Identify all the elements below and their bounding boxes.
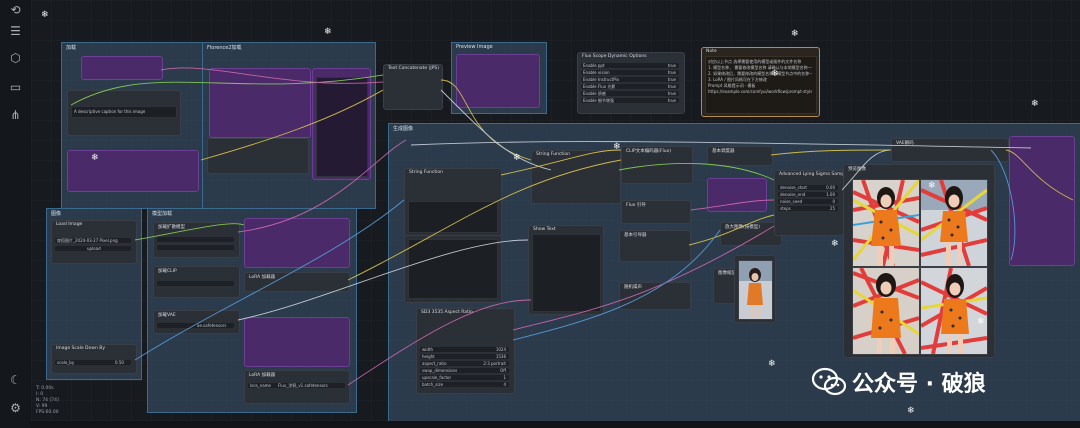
snowflake-icon: ❄ bbox=[768, 359, 776, 369]
status-line: FPS:60.00 bbox=[36, 410, 59, 415]
side-toolbar: ⟲ ☰ ⬡ ▭ ⋔ ☾ ⚙ bbox=[0, 0, 32, 428]
snowflake-icon: ❄ bbox=[977, 317, 985, 327]
node-canvas[interactable]: 加载 A descriptive caption for this image … bbox=[31, 0, 1080, 428]
settings-icon[interactable]: ⚙ bbox=[7, 400, 24, 417]
snowflake-icon: ❄ bbox=[41, 10, 49, 20]
queue-icon[interactable]: ☰ bbox=[7, 23, 24, 40]
snowflake-icon: ❄ bbox=[791, 29, 799, 39]
watermark-text: 公众号 · 破狼 bbox=[852, 372, 986, 397]
node-library-icon[interactable]: ⬡ bbox=[7, 50, 24, 67]
snowflake-icon: ❄ bbox=[771, 69, 779, 79]
snowflake-icon: ❄ bbox=[91, 153, 99, 163]
snowflake-icon: ❄ bbox=[928, 181, 936, 191]
snowflake-icon: ❄ bbox=[831, 239, 839, 249]
wire-layer bbox=[70, 67, 1074, 386]
snowflake-icon: ❄ bbox=[613, 142, 621, 152]
watermark: 公众号 · 破狼 bbox=[812, 365, 986, 399]
snowflake-icon: ❄ bbox=[513, 153, 521, 163]
workflows-icon[interactable]: ▭ bbox=[7, 79, 24, 96]
status-readout: T: 0.00s I: 0 N: 74 [74] V: 99 FPS:60.00 bbox=[36, 386, 59, 416]
bottom-bar bbox=[31, 421, 1080, 428]
model-library-icon[interactable]: ⋔ bbox=[7, 107, 24, 124]
wechat-logo-icon bbox=[812, 367, 846, 396]
snowflake-icon: ❄ bbox=[1031, 99, 1039, 109]
snowflake-icon: ❄ bbox=[324, 27, 332, 37]
snowflake-icon: ❄ bbox=[907, 406, 915, 416]
theme-toggle-icon[interactable]: ☾ bbox=[7, 372, 24, 389]
history-icon[interactable]: ⟲ bbox=[7, 2, 24, 19]
